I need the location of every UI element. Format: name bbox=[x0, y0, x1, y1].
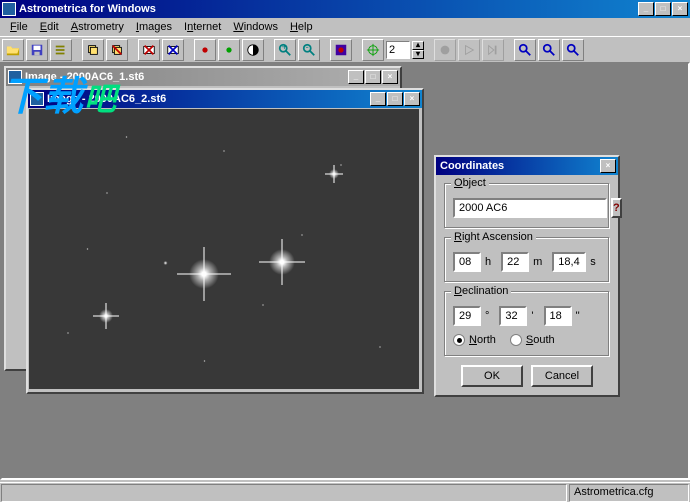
unit-m: m bbox=[533, 256, 542, 268]
frame-number-input[interactable] bbox=[386, 41, 410, 59]
unit-arcmin: ' bbox=[531, 310, 533, 322]
open-file-button[interactable] bbox=[2, 39, 24, 61]
save-button[interactable] bbox=[26, 39, 48, 61]
ra-fieldset: Right Ascension h m s bbox=[444, 237, 610, 283]
dialog-titlebar[interactable]: Coordinates × bbox=[436, 157, 618, 175]
south-label: South bbox=[526, 334, 555, 346]
statusbar: Astrometrica.cfg bbox=[0, 482, 690, 502]
image1-maximize-button[interactable]: □ bbox=[365, 70, 381, 84]
step-button[interactable] bbox=[482, 39, 504, 61]
reduce-red-button[interactable] bbox=[138, 39, 160, 61]
unit-deg: ° bbox=[485, 310, 489, 322]
reduce-blue-button[interactable] bbox=[162, 39, 184, 61]
ra-legend: Right Ascension bbox=[451, 231, 536, 243]
object-input[interactable] bbox=[453, 198, 607, 218]
ra-hours-input[interactable] bbox=[453, 252, 481, 272]
menu-internet[interactable]: Internet bbox=[178, 19, 227, 35]
stack-add-button[interactable] bbox=[82, 39, 104, 61]
north-radio[interactable]: North bbox=[453, 334, 496, 346]
zoom-in-button[interactable]: + bbox=[274, 39, 296, 61]
menubar: File Edit Astrometry Images Internet Win… bbox=[0, 18, 690, 36]
star-field-image[interactable] bbox=[29, 109, 419, 389]
zoom-out-button[interactable]: - bbox=[298, 39, 320, 61]
blink-setup-button[interactable] bbox=[330, 39, 352, 61]
menu-astrometry[interactable]: Astrometry bbox=[65, 19, 130, 35]
settings-button[interactable] bbox=[50, 39, 72, 61]
image2-titlebar[interactable]: Image - 2000AC6_2.st6 _ □ × bbox=[28, 90, 422, 108]
image1-titlebar[interactable]: Image - 2000AC6_1.st6 _ □ × bbox=[6, 68, 400, 86]
app-icon bbox=[2, 2, 16, 16]
find-zoom-out-button[interactable] bbox=[538, 39, 560, 61]
dec-arcmin-input[interactable] bbox=[499, 306, 527, 326]
record-button[interactable] bbox=[434, 39, 456, 61]
dec-legend: Declination bbox=[451, 285, 511, 297]
radio-dot-icon bbox=[453, 334, 465, 346]
ra-minutes-input[interactable] bbox=[501, 252, 529, 272]
toolbar: + - ▴ ▾ bbox=[0, 36, 690, 62]
main-titlebar: Astrometrica for Windows _ □ × bbox=[0, 0, 690, 18]
mdi-client: 下载吧 www.pc0359.cn Image - 2000AC6_1.st6 … bbox=[0, 62, 690, 480]
marker-red-button[interactable] bbox=[194, 39, 216, 61]
find-zoom-fit-button[interactable] bbox=[562, 39, 584, 61]
image1-title: Image - 2000AC6_1.st6 bbox=[25, 71, 347, 83]
svg-text:-: - bbox=[306, 43, 309, 53]
image1-minimize-button[interactable]: _ bbox=[348, 70, 364, 84]
image-icon bbox=[30, 92, 44, 106]
ok-button[interactable]: OK bbox=[461, 365, 523, 387]
maximize-button[interactable]: □ bbox=[655, 2, 671, 16]
target-button[interactable] bbox=[362, 39, 384, 61]
image2-title: Image - 2000AC6_2.st6 bbox=[47, 93, 369, 105]
radio-dot-icon bbox=[510, 334, 522, 346]
play-button[interactable] bbox=[458, 39, 480, 61]
object-help-button[interactable]: ? bbox=[611, 198, 622, 218]
unit-h: h bbox=[485, 256, 491, 268]
image2-close-button[interactable]: × bbox=[404, 92, 420, 106]
dec-degrees-input[interactable] bbox=[453, 306, 481, 326]
menu-windows[interactable]: Windows bbox=[227, 19, 284, 35]
object-fieldset: Object ? bbox=[444, 183, 610, 229]
dec-arcsec-input[interactable] bbox=[544, 306, 572, 326]
help-icon: ? bbox=[613, 202, 620, 214]
close-button[interactable]: × bbox=[672, 2, 688, 16]
cancel-button[interactable]: Cancel bbox=[531, 365, 593, 387]
image-window-2[interactable]: Image - 2000AC6_2.st6 _ □ × bbox=[26, 88, 424, 394]
coordinates-dialog: Coordinates × Object ? Right Ascension h bbox=[434, 155, 620, 397]
minimize-button[interactable]: _ bbox=[638, 2, 654, 16]
image-icon bbox=[8, 70, 22, 84]
find-zoom-in-button[interactable] bbox=[514, 39, 536, 61]
app-title: Astrometrica for Windows bbox=[19, 3, 637, 15]
menu-help[interactable]: Help bbox=[284, 19, 319, 35]
status-config-pane: Astrometrica.cfg bbox=[569, 484, 689, 502]
status-main-pane bbox=[1, 484, 567, 502]
marker-green-button[interactable] bbox=[218, 39, 240, 61]
object-legend: Object bbox=[451, 177, 489, 189]
south-radio[interactable]: South bbox=[510, 334, 555, 346]
north-label: North bbox=[469, 334, 496, 346]
stack-remove-button[interactable] bbox=[106, 39, 128, 61]
menu-file[interactable]: File bbox=[4, 19, 34, 35]
unit-s: s bbox=[590, 256, 596, 268]
frame-down-button[interactable]: ▾ bbox=[412, 50, 424, 59]
image1-close-button[interactable]: × bbox=[382, 70, 398, 84]
image2-maximize-button[interactable]: □ bbox=[387, 92, 403, 106]
dec-fieldset: Declination ° ' '' North So bbox=[444, 291, 610, 357]
svg-text:+: + bbox=[282, 43, 288, 53]
image2-minimize-button[interactable]: _ bbox=[370, 92, 386, 106]
ra-seconds-input[interactable] bbox=[552, 252, 586, 272]
dialog-title: Coordinates bbox=[440, 160, 599, 172]
menu-images[interactable]: Images bbox=[130, 19, 178, 35]
dialog-close-button[interactable]: × bbox=[600, 159, 616, 173]
unit-arcsec: '' bbox=[576, 310, 580, 322]
contrast-button[interactable] bbox=[242, 39, 264, 61]
menu-edit[interactable]: Edit bbox=[34, 19, 65, 35]
